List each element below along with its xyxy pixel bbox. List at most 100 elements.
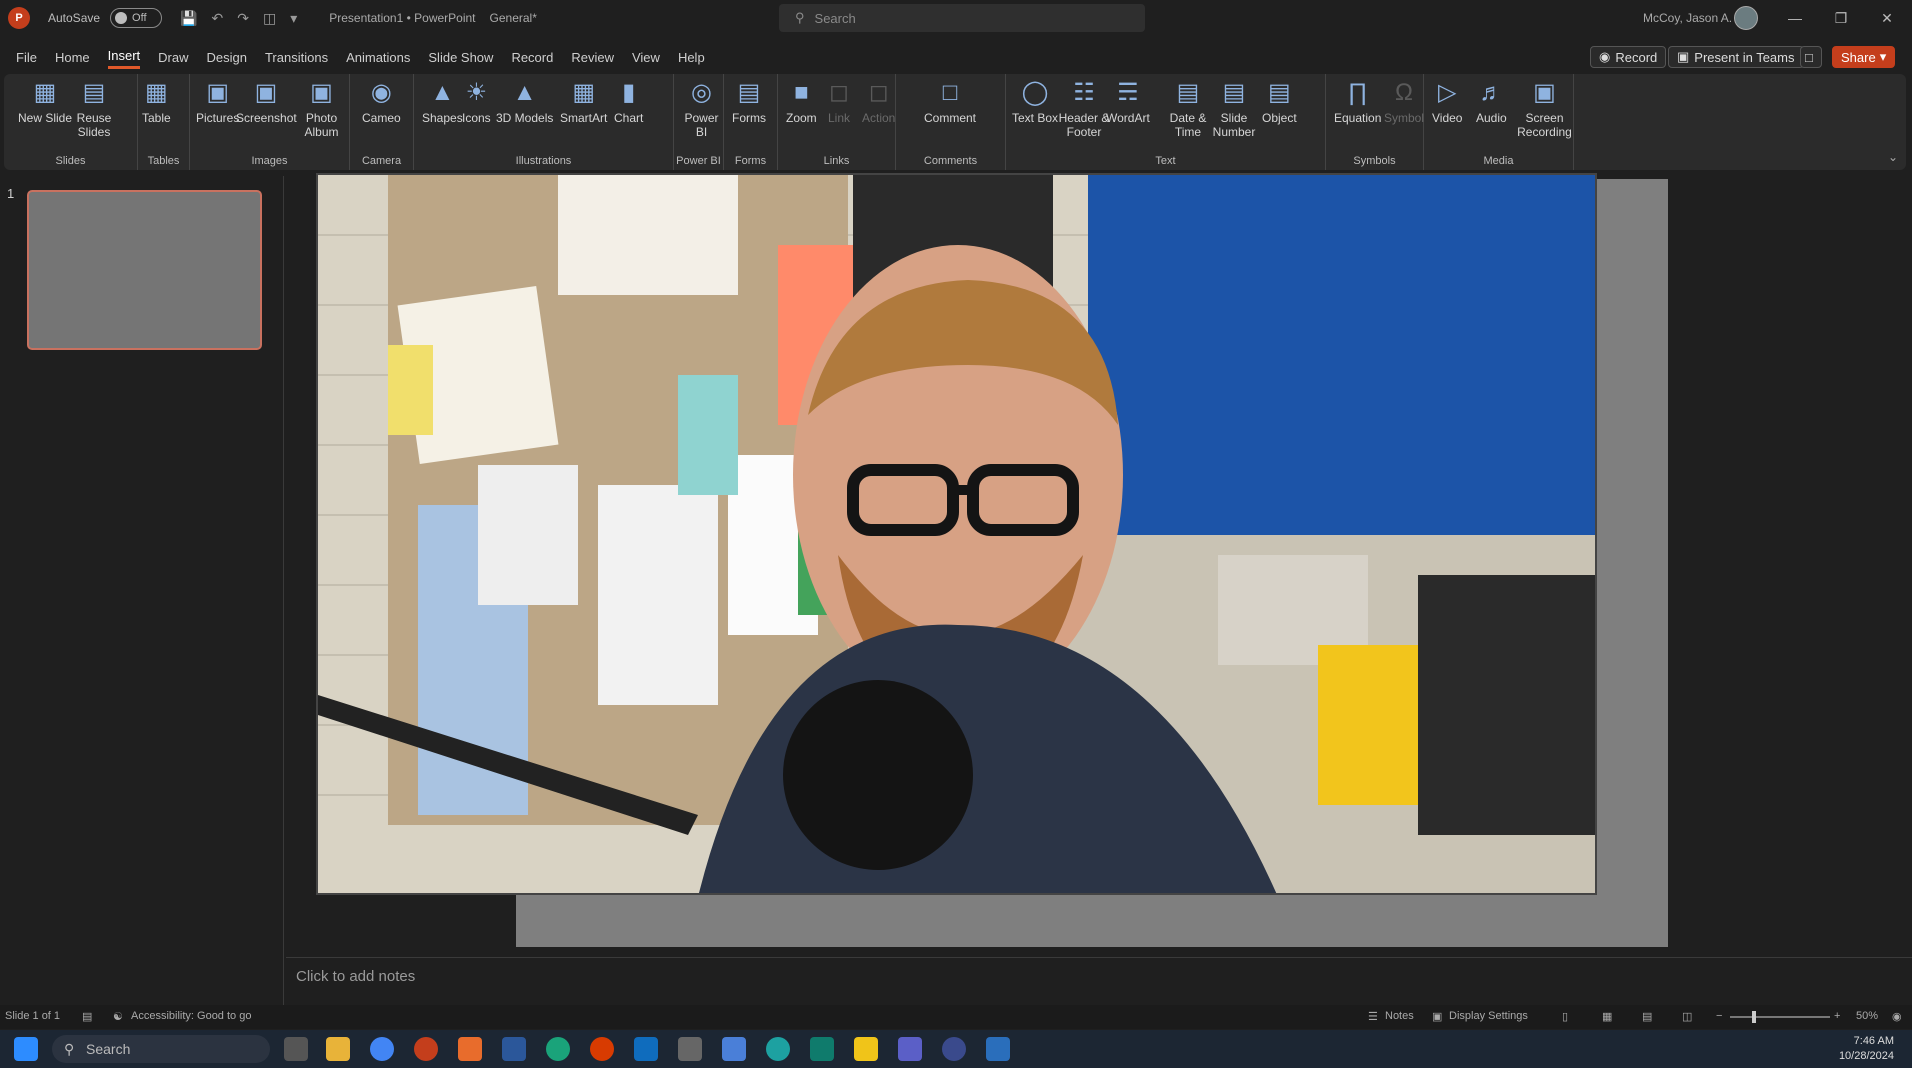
icons-button[interactable]: ☀ Icons — [462, 78, 491, 125]
link-button[interactable]: ◻ Link — [828, 78, 850, 125]
notes-icon[interactable]: ☰ — [1368, 1010, 1378, 1023]
tab-view[interactable]: View — [632, 47, 660, 68]
minimize-icon[interactable]: — — [1772, 0, 1818, 36]
photo-album-button[interactable]: ▣ Photo Album — [294, 78, 349, 139]
spell-check-icon[interactable]: ▤ — [82, 1010, 92, 1023]
display-settings-icon[interactable]: ▣ — [1432, 1010, 1442, 1023]
reuse-slides-button[interactable]: ▤ Reuse Slides — [64, 78, 124, 139]
smartart-button[interactable]: ▦ SmartArt — [560, 78, 607, 125]
photos-icon[interactable] — [458, 1037, 482, 1061]
tab-file[interactable]: File — [16, 47, 37, 68]
restore-icon[interactable]: ❐ — [1818, 0, 1864, 36]
forms-button[interactable]: ▤ Forms — [732, 78, 766, 125]
inserted-photo[interactable] — [316, 173, 1597, 895]
tab-review[interactable]: Review — [571, 47, 614, 68]
action-button[interactable]: ◻ Action — [862, 78, 895, 125]
file-explorer-icon[interactable] — [326, 1037, 350, 1061]
video-button[interactable]: ▷ Video — [1432, 78, 1462, 125]
taskbar-search-label: Search — [86, 1041, 131, 1057]
zoom-slider-thumb[interactable] — [1752, 1011, 1756, 1023]
browser-icon[interactable] — [766, 1037, 790, 1061]
tab-help[interactable]: Help — [678, 47, 705, 68]
calculator-icon[interactable] — [678, 1037, 702, 1061]
equation-button[interactable]: ∏ Equation — [1334, 78, 1381, 125]
text-box-button[interactable]: ◯ Text Box — [1012, 78, 1058, 125]
power-bi-button[interactable]: ◎ Power BI — [680, 78, 723, 139]
notepad-icon[interactable] — [722, 1037, 746, 1061]
wordart-button[interactable]: ☴ WordArt — [1106, 78, 1150, 125]
outlook-icon[interactable] — [634, 1037, 658, 1061]
record-button[interactable]: ◉ Record — [1590, 46, 1667, 68]
tab-animations[interactable]: Animations — [346, 47, 410, 68]
app-icon[interactable] — [590, 1037, 614, 1061]
accessibility-status[interactable]: Accessibility: Good to go — [131, 1010, 251, 1022]
audio-button[interactable]: ♬ Audio — [1476, 78, 1507, 125]
tab-insert[interactable]: Insert — [107, 45, 141, 69]
collapse-ribbon-icon[interactable]: ⌄ — [1888, 150, 1898, 164]
screenshot-button[interactable]: ▣ Screenshot — [236, 78, 297, 125]
present-from-start-icon[interactable]: ◫ — [263, 10, 276, 27]
save-icon[interactable]: 💾 — [180, 10, 197, 27]
symbol-button[interactable]: Ω Symbol — [1384, 78, 1424, 125]
share-button[interactable]: Share ▾ — [1832, 46, 1896, 68]
slide-thumbnail[interactable] — [27, 190, 262, 350]
sensitivity-label[interactable]: General* — [490, 11, 537, 25]
document-title[interactable]: Presentation1 • PowerPoint — [329, 11, 475, 25]
header-footer-button[interactable]: ☷ Header & Footer — [1054, 78, 1114, 139]
comment-button[interactable]: □ Comment — [924, 78, 976, 125]
user-name[interactable]: McCoy, Jason A. — [1643, 11, 1732, 25]
chrome-icon[interactable] — [370, 1037, 394, 1061]
slideshow-icon[interactable]: ◫ — [1682, 1010, 1692, 1023]
undo-icon[interactable]: ↶ — [211, 10, 223, 27]
normal-view-icon[interactable]: ▯ — [1562, 1010, 1568, 1023]
tab-home[interactable]: Home — [55, 47, 90, 68]
avatar[interactable] — [1734, 6, 1758, 30]
accessibility-icon[interactable]: ☯ — [113, 1010, 123, 1023]
tab-design[interactable]: Design — [207, 47, 247, 68]
slide-sorter-icon[interactable]: ▦ — [1602, 1010, 1612, 1023]
comments-button[interactable]: □ — [1800, 46, 1822, 68]
chart-button[interactable]: ▮ Chart — [614, 78, 643, 125]
display-settings-button[interactable]: Display Settings — [1449, 1010, 1528, 1022]
zoom-in-icon[interactable]: + — [1834, 1010, 1840, 1022]
publisher-icon[interactable] — [810, 1037, 834, 1061]
ribbon-group-label: Forms — [734, 155, 767, 167]
camera-app-icon[interactable] — [942, 1037, 966, 1061]
search-input[interactable]: ⚲ Search — [779, 4, 1145, 32]
windows-start-icon[interactable] — [14, 1037, 38, 1061]
tab-slide-show[interactable]: Slide Show — [428, 47, 493, 68]
autosave-toggle[interactable]: Off — [110, 8, 163, 28]
slide-number-button[interactable]: ▤ Slide Number — [1204, 78, 1264, 139]
edge-icon[interactable] — [546, 1037, 570, 1061]
notes-pane[interactable]: Click to add notes — [286, 957, 1912, 1007]
task-view-icon[interactable] — [284, 1037, 308, 1061]
taskbar-search[interactable]: ⚲ Search — [52, 1035, 270, 1063]
zoom-out-icon[interactable]: − — [1716, 1010, 1722, 1022]
system-clock[interactable]: 7:46 AM 10/28/2024 — [1839, 1034, 1894, 1064]
reading-view-icon[interactable]: ▤ — [1642, 1010, 1652, 1023]
notes-toggle[interactable]: Notes — [1385, 1010, 1414, 1022]
zoom-slider[interactable] — [1730, 1011, 1830, 1023]
tab-transitions[interactable]: Transitions — [265, 47, 328, 68]
screen-recording-button[interactable]: ▣ Screen Recording — [1516, 78, 1573, 139]
teams-taskbar-icon[interactable] — [898, 1037, 922, 1061]
present-in-teams-button[interactable]: ▣ Present in Teams — [1668, 46, 1804, 68]
tab-draw[interactable]: Draw — [158, 47, 188, 68]
photos-app-icon[interactable] — [986, 1037, 1010, 1061]
pictures-button[interactable]: ▣ Pictures — [196, 78, 239, 125]
word-icon[interactable] — [502, 1037, 526, 1061]
fit-slide-icon[interactable]: ◉ — [1892, 1010, 1902, 1023]
zoom-button[interactable]: ■ Zoom — [786, 78, 817, 125]
cameo-button[interactable]: ◉ Cameo — [362, 78, 401, 125]
tab-record[interactable]: Record — [511, 47, 553, 68]
redo-icon[interactable]: ↷ — [237, 10, 249, 27]
zoom-level[interactable]: 50% — [1856, 1010, 1878, 1022]
3d-models-button[interactable]: ▲ 3D Models — [496, 78, 553, 125]
close-icon[interactable]: ✕ — [1864, 0, 1910, 36]
sticky-notes-icon[interactable] — [854, 1037, 878, 1061]
powerpoint-taskbar-icon[interactable] — [414, 1037, 438, 1061]
object-button[interactable]: ▤ Object — [1262, 78, 1297, 125]
shapes-button[interactable]: ▲ Shapes — [422, 78, 463, 125]
customize-toolbar-icon[interactable]: ▾ — [290, 10, 297, 27]
table-button[interactable]: ▦ Table — [142, 78, 171, 125]
